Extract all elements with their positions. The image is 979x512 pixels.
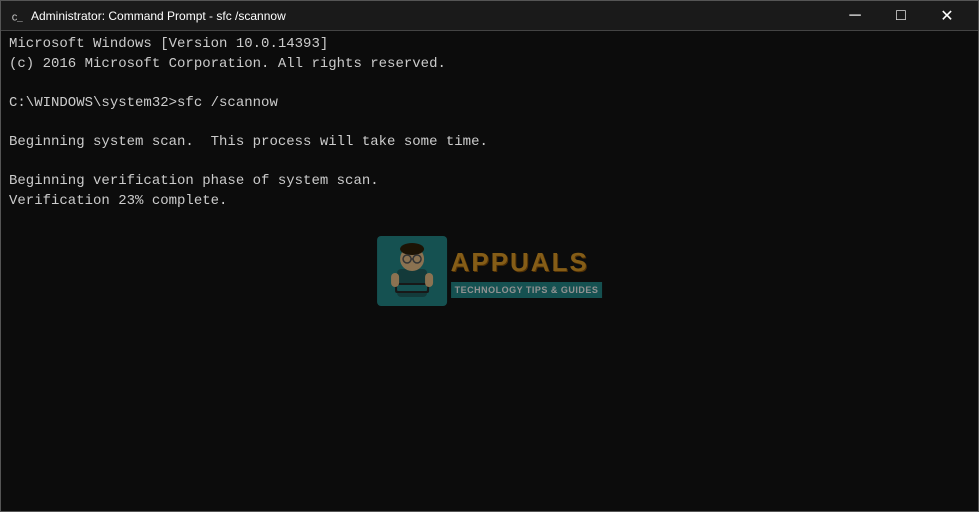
console-output[interactable]: Microsoft Windows [Version 10.0.14393] (… [1,31,978,511]
console-command-line: C:\WINDOWS\system32>sfc /scannow [9,94,970,114]
maximize-button[interactable]: □ [878,1,924,31]
console-line-empty [9,113,970,133]
console-line: Beginning verification phase of system s… [9,172,970,192]
appuals-brand: APPUALS TECHNOLOGY TIPS & GUIDES [377,236,603,306]
appuals-subtitle: TECHNOLOGY TIPS & GUIDES [451,282,603,299]
console-line-empty [9,74,970,94]
console-line-empty [9,153,970,173]
minimize-button[interactable]: ─ [832,1,878,31]
console-line: Verification 23% complete. [9,192,970,212]
console-line: Microsoft Windows [Version 10.0.14393] [9,35,970,55]
console-line: (c) 2016 Microsoft Corporation. All righ… [9,55,970,75]
cmd-window: C _ Administrator: Command Prompt - sfc … [0,0,979,512]
window-title: Administrator: Command Prompt - sfc /sca… [31,9,832,23]
title-bar: C _ Administrator: Command Prompt - sfc … [1,1,978,31]
close-button[interactable]: ✕ [924,1,970,31]
watermark: APPUALS TECHNOLOGY TIPS & GUIDES [377,236,603,306]
appuals-title: APPUALS [451,244,603,280]
console-line: Beginning system scan. This process will… [9,133,970,153]
cmd-icon: C _ [9,8,25,24]
svg-text:_: _ [16,12,23,23]
appuals-text: APPUALS TECHNOLOGY TIPS & GUIDES [451,244,603,299]
appuals-mascot-icon [377,236,447,306]
window-controls: ─ □ ✕ [832,1,970,31]
